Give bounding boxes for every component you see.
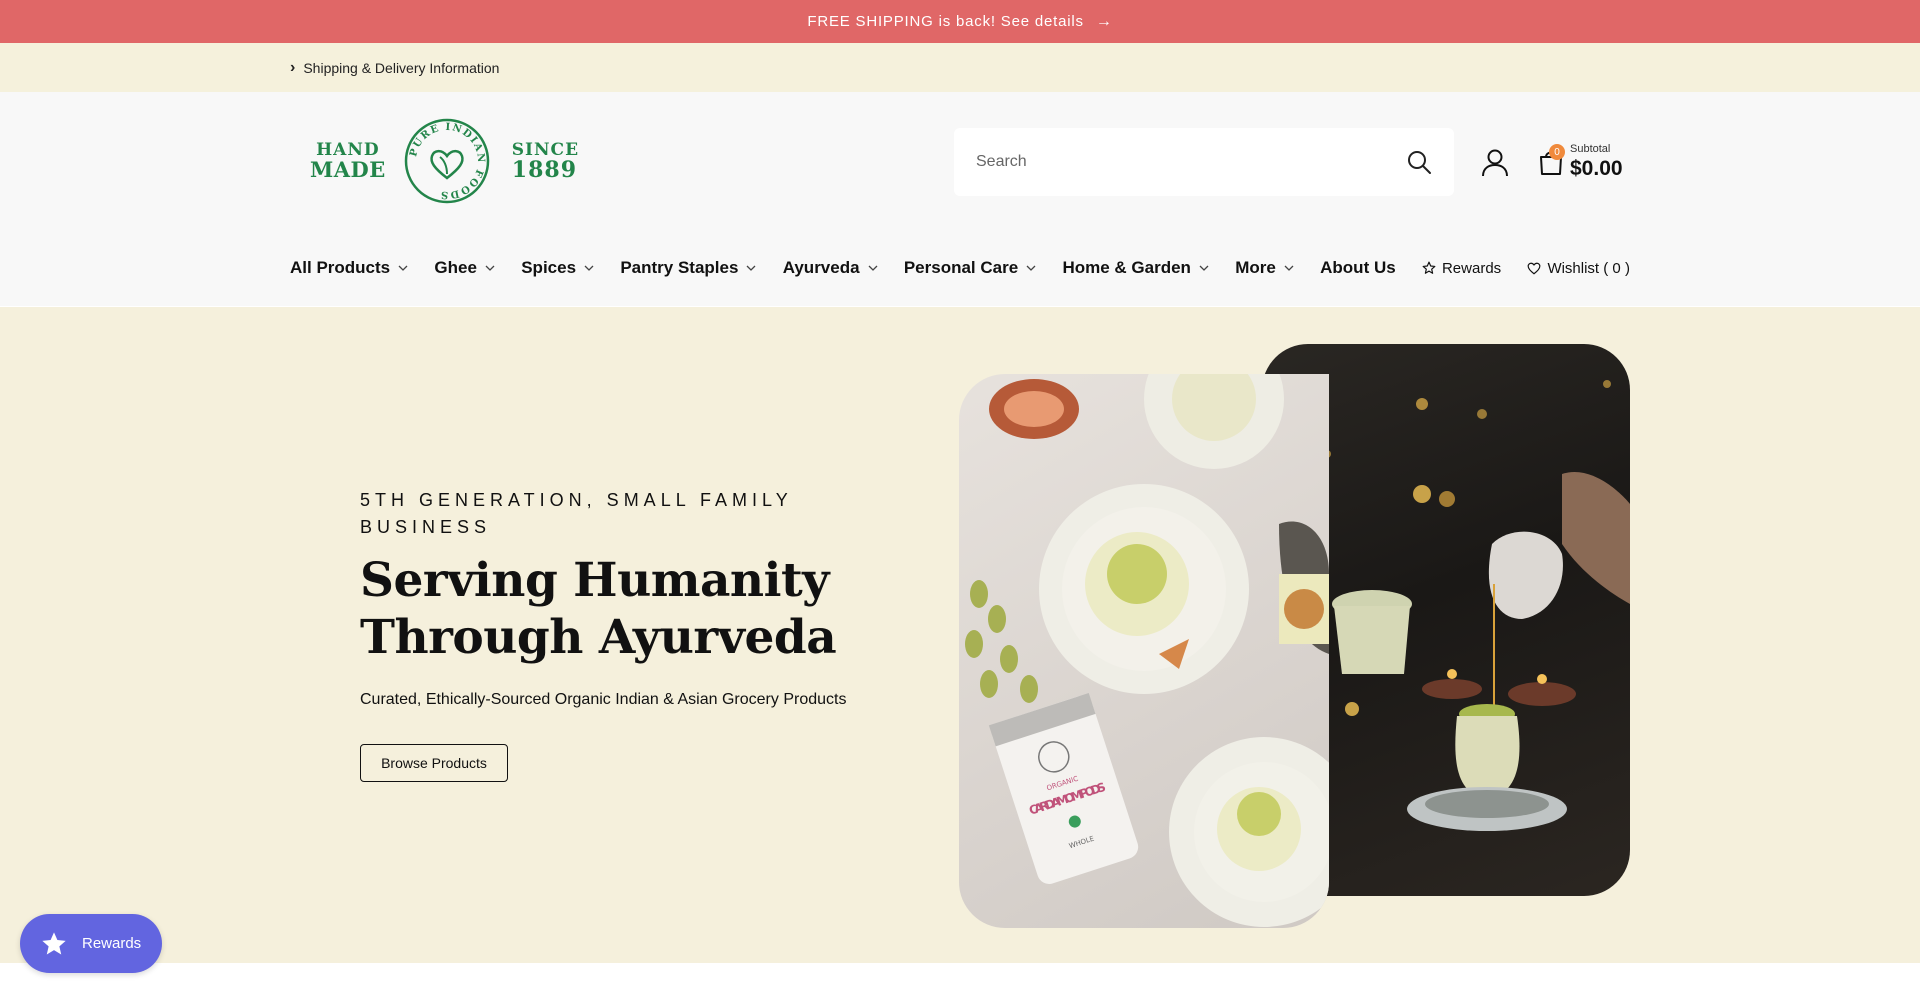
chevron-down-icon bbox=[1199, 265, 1209, 271]
announcement-bar[interactable]: FREE SHIPPING is back! See details → bbox=[0, 0, 1920, 43]
nav-item-more[interactable]: More bbox=[1235, 258, 1294, 278]
hero-eyebrow: 5TH GENERATION, SMALL FAMILY BUSINESS bbox=[360, 490, 793, 537]
site-header: HAND MADE PURE INDIAN FOODS SINCE 1889 S… bbox=[0, 92, 1920, 306]
cart-subtotal: Subtotal $0.00 bbox=[1570, 144, 1623, 180]
chevron-down-icon bbox=[485, 265, 495, 271]
nav-item-home-garden[interactable]: Home & Garden bbox=[1062, 258, 1209, 278]
nav-rewards-link[interactable]: Rewards bbox=[1422, 260, 1501, 277]
logo[interactable]: HAND MADE PURE INDIAN FOODS SINCE 1889 bbox=[310, 118, 579, 204]
floating-rewards-label: Rewards bbox=[82, 935, 142, 952]
chevron-right-icon[interactable]: › bbox=[290, 59, 295, 77]
chevron-down-icon bbox=[746, 265, 756, 271]
star-icon bbox=[1422, 261, 1436, 274]
hero-subtitle: Curated, Ethically-Sourced Organic India… bbox=[360, 691, 847, 708]
hero-title: Serving Humanity Through Ayurveda bbox=[360, 553, 837, 665]
logo-emblem-icon: PURE INDIAN FOODS bbox=[404, 118, 490, 204]
cart-bag-icon[interactable]: 0 bbox=[1538, 144, 1565, 176]
logo-right-text: SINCE 1889 bbox=[511, 139, 580, 183]
chevron-down-icon bbox=[584, 265, 594, 271]
chevron-down-icon bbox=[868, 265, 878, 271]
shipping-info-bar: › Shipping & Delivery Information bbox=[0, 43, 1920, 92]
search-input[interactable] bbox=[976, 153, 1406, 171]
floating-rewards-button[interactable]: Rewards bbox=[20, 914, 162, 973]
search-box[interactable] bbox=[954, 128, 1454, 196]
star-icon bbox=[42, 931, 66, 954]
chevron-down-icon bbox=[398, 265, 408, 271]
nav-item-pantry-staples[interactable]: Pantry Staples bbox=[620, 258, 756, 278]
nav-item-about-us[interactable]: About Us bbox=[1320, 258, 1396, 278]
account-icon[interactable] bbox=[1481, 148, 1509, 178]
nav-item-ghee[interactable]: Ghee bbox=[434, 258, 495, 278]
nav-item-all-products[interactable]: All Products bbox=[290, 258, 408, 278]
nav-item-personal-care[interactable]: Personal Care bbox=[904, 258, 1036, 278]
chevron-down-icon bbox=[1284, 265, 1294, 271]
logo-left-text: HAND MADE bbox=[310, 140, 386, 182]
subtotal-amount: $0.00 bbox=[1570, 157, 1623, 180]
svg-text:PURE INDIAN FOODS: PURE INDIAN FOODS bbox=[408, 122, 486, 200]
browse-products-button[interactable]: Browse Products bbox=[360, 744, 508, 782]
chevron-down-icon bbox=[1026, 265, 1036, 271]
subtotal-label: Subtotal bbox=[1570, 143, 1611, 155]
nav-wishlist-link[interactable]: Wishlist ( 0 ) bbox=[1527, 260, 1630, 277]
arrow-right-icon: → bbox=[1095, 12, 1113, 30]
nav-item-ayurveda[interactable]: Ayurveda bbox=[783, 258, 878, 278]
hero-section: 5TH GENERATION, SMALL FAMILY BUSINESS Se… bbox=[0, 307, 1920, 963]
heart-icon bbox=[1528, 262, 1541, 274]
shipping-info-link[interactable]: Shipping & Delivery Information bbox=[303, 60, 499, 76]
search-icon[interactable] bbox=[1406, 149, 1432, 175]
main-nav: All Products Ghee Spices Pantry Staples … bbox=[290, 258, 1630, 278]
cart-count-badge: 0 bbox=[1549, 144, 1565, 160]
nav-item-spices[interactable]: Spices bbox=[521, 258, 594, 278]
hero-image-dessert-plates: ORGANIC CARDAMOM PODS WHOLE bbox=[959, 374, 1329, 928]
cart[interactable]: 0 Subtotal $0.00 bbox=[1538, 144, 1623, 180]
announcement-text[interactable]: FREE SHIPPING is back! See details bbox=[807, 13, 1083, 30]
